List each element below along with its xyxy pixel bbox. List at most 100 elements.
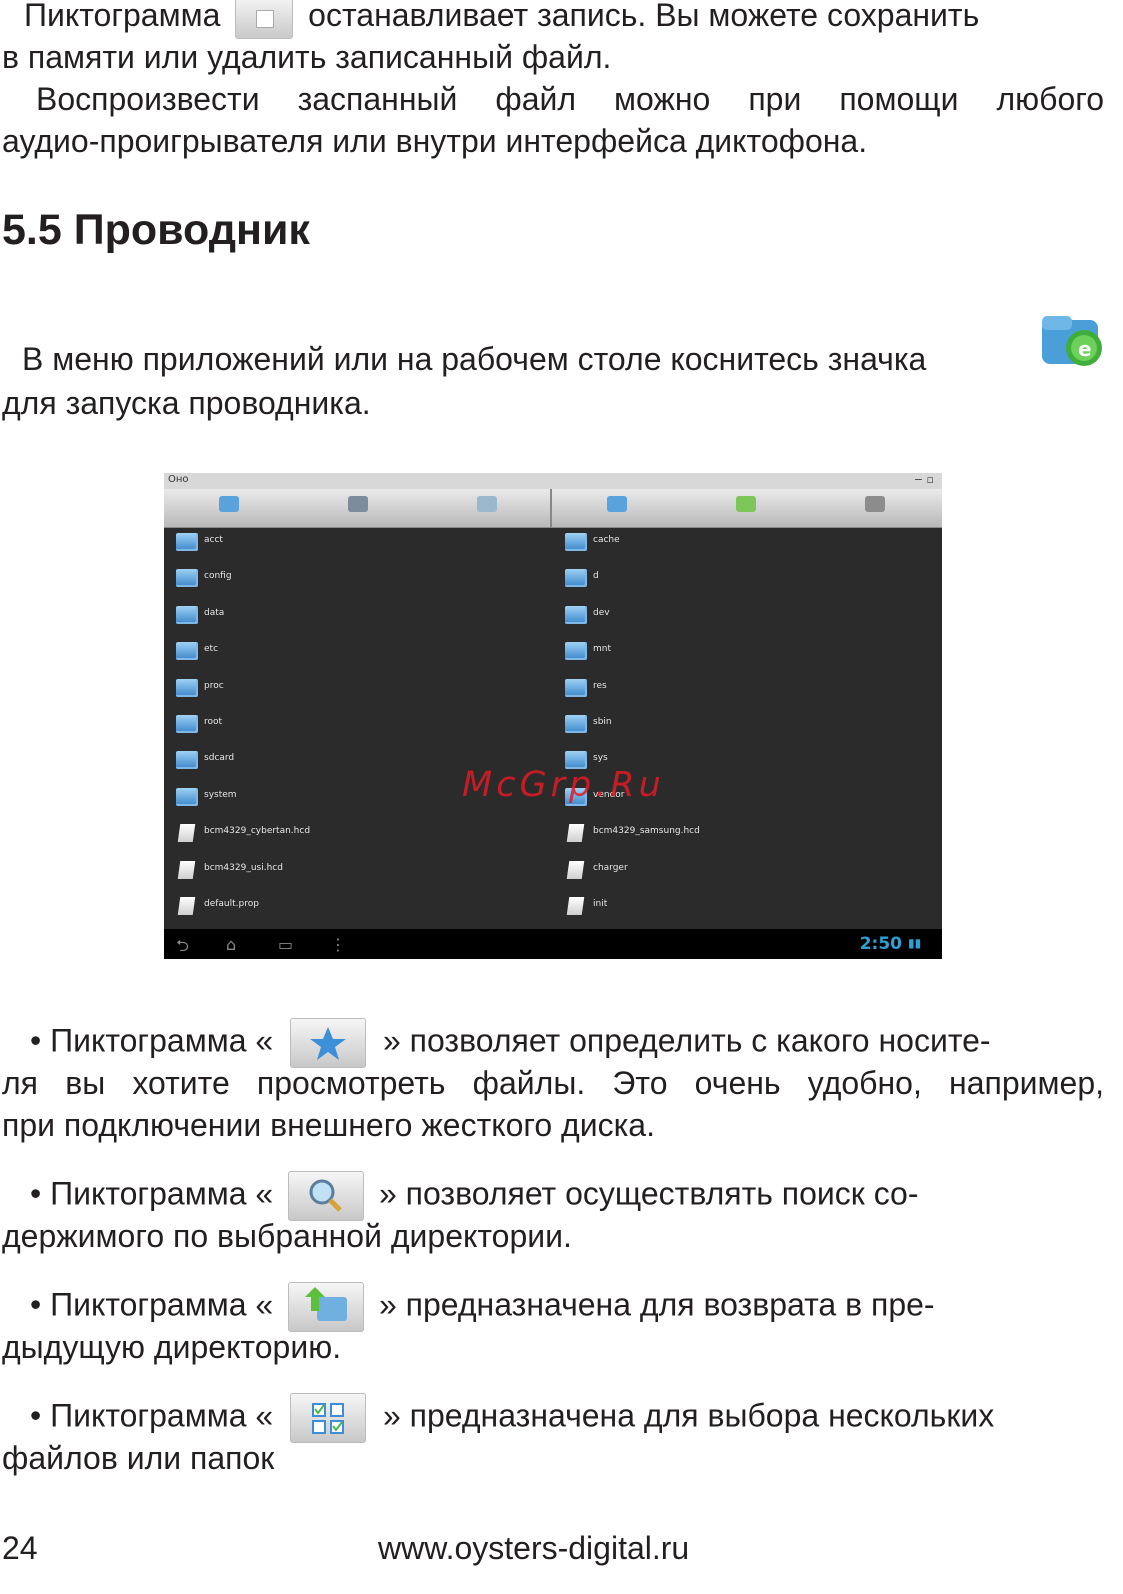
folder-icon xyxy=(565,642,587,661)
intro-text-b: останавливает запись. Вы можете сохранит… xyxy=(308,0,980,33)
file-row[interactable]: sbin xyxy=(553,709,942,745)
file-name: res xyxy=(593,680,607,691)
file-icon xyxy=(177,860,196,879)
battery-icon: ▮▮ xyxy=(908,936,922,950)
menu-icon xyxy=(865,496,885,512)
intro-line-3: Воспроизвести заспанный файл можно при п… xyxy=(36,81,1104,117)
window-controls: − ▫ xyxy=(913,473,934,486)
folder-icon xyxy=(176,533,198,551)
clock: 2:50 xyxy=(859,934,902,954)
file-row[interactable]: data xyxy=(164,600,553,636)
explorer-toolbar xyxy=(164,489,942,528)
file-row[interactable]: acct xyxy=(164,527,553,563)
bullet-2-line-2: держимого по выбранной директории. xyxy=(2,1218,572,1254)
file-row[interactable]: etc xyxy=(164,636,553,672)
section-para-line-2: для запуска проводника. xyxy=(2,385,371,421)
file-name: system xyxy=(204,789,237,800)
bullet-4-suffix: » предназначена для выбора нескольких xyxy=(382,1397,995,1434)
file-name: sbin xyxy=(593,716,612,727)
footer-url[interactable]: www.oysters-digital.ru xyxy=(378,1528,689,1568)
folder-icon xyxy=(607,496,627,512)
file-row[interactable]: cache xyxy=(553,527,942,563)
bullet-3-suffix: » предназначена для возврата в пре- xyxy=(378,1286,935,1323)
intro-line-1: Пиктограмма останавливает запись. Вы мож… xyxy=(24,0,1104,39)
bullet-1-line-3: при подключении внешнего жесткого диска. xyxy=(2,1107,655,1143)
navigation-bar: ⮌ ⌂ ▭ ⋮ 2:50 ▮▮ xyxy=(164,929,942,959)
status-text: Оно xyxy=(168,474,189,485)
file-row[interactable]: dev xyxy=(553,600,942,636)
search-icon xyxy=(477,496,497,512)
file-row[interactable]: config xyxy=(164,563,553,599)
file-name: acct xyxy=(204,535,223,545)
menu-button[interactable] xyxy=(820,492,930,524)
svg-text:e: e xyxy=(1078,337,1092,361)
folder-icon xyxy=(565,533,587,551)
file-icon xyxy=(566,896,585,915)
bullet-4-line-1: • Пиктограмма « » предназначена для выбо… xyxy=(30,1393,1104,1443)
folder-icon xyxy=(565,605,587,624)
file-name: bcm4329_usi.hcd xyxy=(204,862,283,873)
bullet-1-prefix: • Пиктограмма « xyxy=(30,1022,274,1059)
left-file-list: acct config data etc proc root sdcard system bcm… xyxy=(164,527,553,927)
file-name: dev xyxy=(593,607,610,618)
file-icon xyxy=(566,824,585,843)
file-explorer-screenshot: Оно − ▫ acct config data etc proc root sdcard s… xyxy=(164,473,942,959)
file-name: root xyxy=(204,716,223,727)
file-name: etc xyxy=(204,644,219,655)
status-bar: Оно − ▫ xyxy=(164,473,942,489)
folder-icon xyxy=(176,751,198,770)
star-icon xyxy=(290,1018,367,1068)
bullet-4-line-2: файлов или папок xyxy=(2,1440,275,1476)
folder-icon xyxy=(176,642,198,661)
file-row[interactable]: res xyxy=(553,673,942,709)
bullet-2-prefix: • Пиктограмма « xyxy=(30,1175,274,1212)
multi-select-icon xyxy=(290,1393,367,1443)
file-name: charger xyxy=(593,862,628,873)
file-row[interactable]: charger xyxy=(553,855,942,891)
right-file-list: cache d dev mnt res sbin sys vendor bcm4329_sams… xyxy=(553,527,942,927)
file-row[interactable]: bcm4329_usi.hcd xyxy=(164,855,553,891)
file-row[interactable]: bcm4329_cybertan.hcd xyxy=(164,818,553,854)
list-button[interactable] xyxy=(303,492,413,524)
intro-text-a: Пиктограмма xyxy=(24,0,221,33)
file-row[interactable]: proc xyxy=(164,673,553,709)
bullet-3-line-2: дыдущую директорию. xyxy=(2,1329,342,1365)
folder-icon xyxy=(565,569,587,588)
file-name: sdcard xyxy=(204,753,235,764)
overflow-icon[interactable]: ⋮ xyxy=(330,935,346,954)
section-para-line-1: В меню приложений или на рабочем столе к… xyxy=(22,341,927,377)
file-name: data xyxy=(204,607,225,618)
home-button[interactable] xyxy=(174,492,284,524)
folder-up-icon xyxy=(288,1282,365,1332)
file-name: init xyxy=(593,898,608,909)
home-nav-icon[interactable]: ⌂ xyxy=(226,935,236,954)
file-row[interactable]: d xyxy=(553,563,942,599)
file-row[interactable]: mnt xyxy=(553,636,942,672)
watermark: McGrp.Ru xyxy=(462,765,665,805)
file-name: cache xyxy=(593,535,620,545)
recent-apps-icon[interactable]: ▭ xyxy=(278,935,293,954)
file-row[interactable]: root xyxy=(164,709,553,745)
file-row[interactable]: init xyxy=(553,891,942,927)
intro-line-2: в памяти или удалить записанный файл. xyxy=(2,39,612,75)
back-icon[interactable]: ⮌ xyxy=(176,935,189,959)
folder-icon xyxy=(176,787,198,806)
section-heading: 5.5 Проводник xyxy=(2,206,310,254)
bullet-1-line-2: ля вы хотите просмотреть файлы. Это очен… xyxy=(2,1065,1104,1101)
file-icon xyxy=(566,860,585,879)
list-icon xyxy=(348,496,368,512)
bullet-1-line-1: • Пиктограмма « » позволяет определить с… xyxy=(30,1018,1104,1068)
file-row[interactable]: default.prop xyxy=(164,891,553,927)
file-name: proc xyxy=(204,680,224,691)
search-icon xyxy=(288,1171,365,1221)
folder-button[interactable] xyxy=(562,492,672,524)
folder-icon xyxy=(565,678,587,697)
upload-button[interactable] xyxy=(691,492,801,524)
file-name: config xyxy=(204,571,232,582)
file-row[interactable]: bcm4329_samsung.hcd xyxy=(553,818,942,854)
file-icon xyxy=(177,824,196,843)
file-name: bcm4329_samsung.hcd xyxy=(593,826,700,837)
bullet-3-prefix: • Пиктограмма « xyxy=(30,1286,274,1323)
folder-icon xyxy=(565,714,587,733)
search-button[interactable] xyxy=(432,492,542,524)
